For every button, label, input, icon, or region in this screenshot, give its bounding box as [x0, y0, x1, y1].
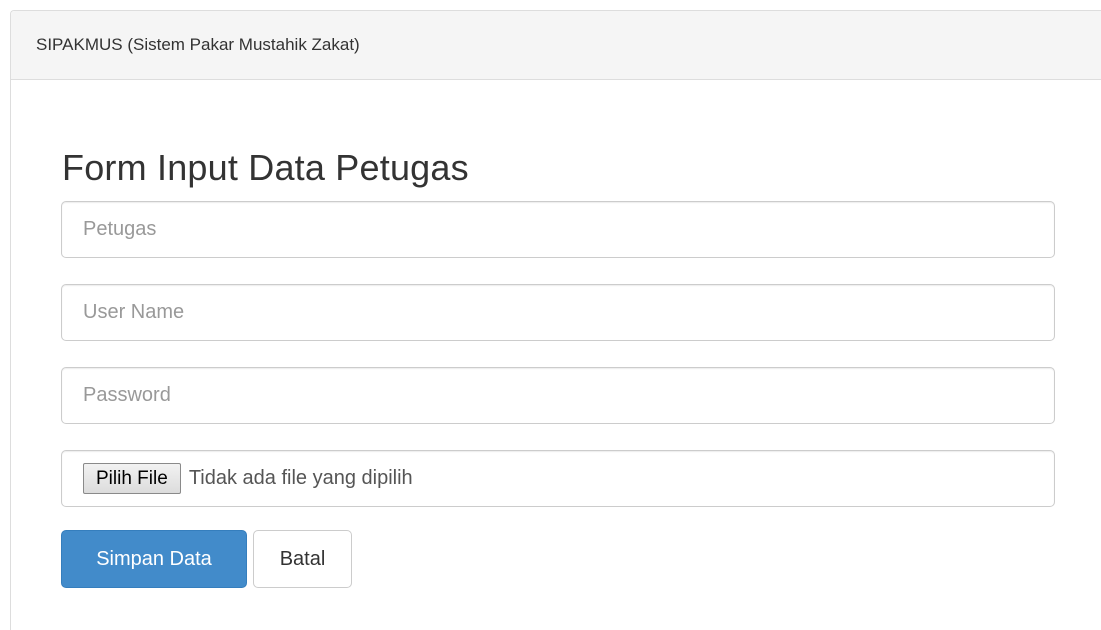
- petugas-input[interactable]: [61, 201, 1055, 258]
- save-button[interactable]: Simpan Data: [61, 530, 247, 588]
- choose-file-button[interactable]: Pilih File: [83, 463, 181, 494]
- username-input[interactable]: [61, 284, 1055, 341]
- form-title: Form Input Data Petugas: [62, 147, 469, 188]
- main-panel: SIPAKMUS (Sistem Pakar Mustahik Zakat) F…: [10, 10, 1101, 630]
- app-title: SIPAKMUS (Sistem Pakar Mustahik Zakat): [36, 35, 360, 54]
- panel-heading: SIPAKMUS (Sistem Pakar Mustahik Zakat): [11, 11, 1101, 80]
- cancel-button[interactable]: Batal: [253, 530, 352, 588]
- password-input[interactable]: [61, 367, 1055, 424]
- file-upload-field: Pilih File Tidak ada file yang dipilih: [61, 450, 1055, 507]
- file-status-text: Tidak ada file yang dipilih: [188, 467, 413, 489]
